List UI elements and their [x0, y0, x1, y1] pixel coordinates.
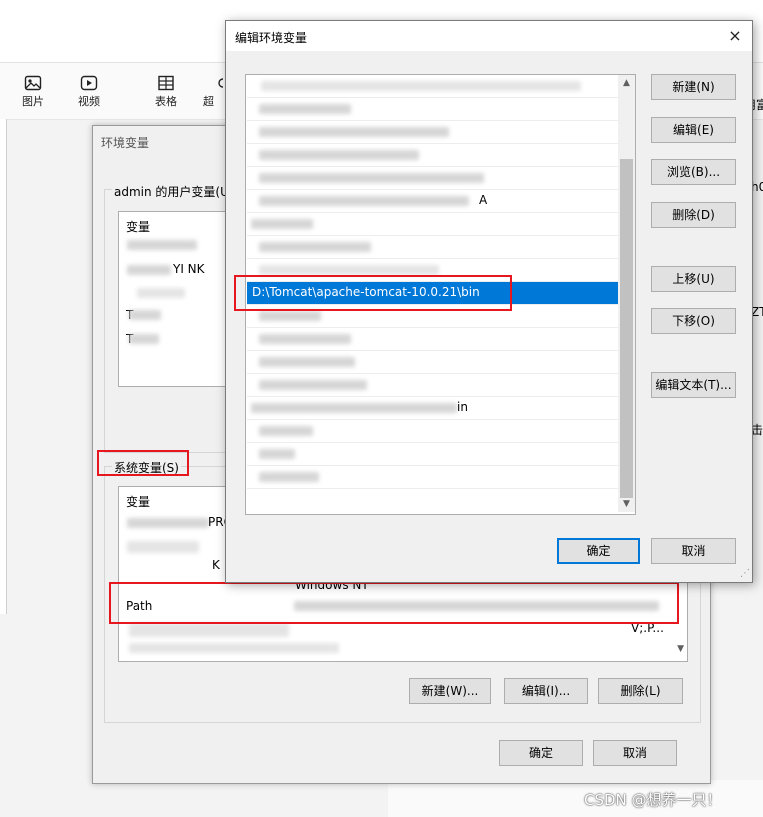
path-row-text: A	[479, 193, 488, 207]
toolbar-video-label: 视频	[78, 95, 100, 108]
system-edit-button[interactable]: 编辑(I)...	[504, 678, 588, 704]
blurred-text	[259, 104, 351, 114]
path-list-scrollbar[interactable]: ▲ ▼	[618, 75, 635, 512]
blurred-text	[127, 518, 209, 528]
blurred-text	[294, 601, 659, 611]
path-row[interactable]	[247, 351, 618, 374]
path-row[interactable]	[247, 420, 618, 443]
blurred-text	[127, 265, 171, 275]
edit-dialog-title: 编辑环境变量	[235, 31, 308, 45]
path-row[interactable]	[247, 259, 618, 282]
path-row[interactable]	[247, 328, 618, 351]
edit-entry-button[interactable]: 编辑(E)	[651, 117, 736, 143]
path-row[interactable]	[247, 305, 618, 328]
env-cancel-button[interactable]: 取消	[593, 740, 677, 766]
move-down-button[interactable]: 下移(O)	[651, 308, 736, 334]
blurred-text	[259, 173, 484, 183]
scroll-up-icon[interactable]: ▲	[618, 75, 635, 91]
path-row[interactable]	[247, 98, 618, 121]
table-icon	[158, 75, 174, 91]
browse-button[interactable]: 浏览(B)...	[651, 159, 736, 185]
blurred-text	[129, 334, 159, 344]
path-row[interactable]	[247, 121, 618, 144]
path-row[interactable]	[247, 213, 618, 236]
scrollbar-thumb[interactable]	[620, 159, 633, 498]
path-row[interactable]: in	[247, 397, 618, 420]
system-row-5-value[interactable]: V;.P...	[631, 621, 664, 635]
path-row[interactable]	[247, 75, 618, 98]
blurred-text	[259, 426, 313, 436]
resize-grip-icon[interactable]: ⋰	[738, 568, 750, 580]
edit-cancel-button[interactable]: 取消	[651, 538, 736, 564]
edit-text-button[interactable]: 编辑文本(T)...	[651, 372, 736, 398]
blurred-text	[259, 265, 439, 275]
system-list-header: 变量	[126, 495, 151, 509]
delete-entry-button[interactable]: 删除(D)	[651, 202, 736, 228]
video-icon	[80, 75, 98, 91]
toolbar-link-label: 超	[203, 95, 214, 108]
move-up-button[interactable]: 上移(U)	[651, 266, 736, 292]
system-new-button[interactable]: 新建(W)...	[409, 678, 491, 704]
blurred-text	[129, 310, 161, 320]
toolbar-table-button[interactable]: 表格	[146, 75, 186, 109]
env-ok-button[interactable]: 确定	[499, 740, 583, 766]
system-variables-label: 系统变量(S)	[112, 459, 181, 476]
path-row-selected[interactable]: D:\Tomcat\apache-tomcat-10.0.21\bin	[247, 282, 618, 305]
watermark: CSDN @想养一只！	[584, 791, 722, 809]
path-row[interactable]	[247, 466, 618, 489]
blurred-text	[259, 449, 295, 459]
blurred-text	[127, 240, 197, 250]
blurred-text	[259, 242, 371, 252]
user-list-header: 变量	[126, 220, 151, 234]
path-row-selected-text: D:\Tomcat\apache-tomcat-10.0.21\bin	[252, 285, 480, 299]
toolbar-link-button[interactable]: 超	[203, 75, 225, 109]
close-icon[interactable]: ×	[724, 25, 746, 47]
path-entries-list[interactable]: A D:\Tomcat\apache-tomcat-10.0.21\bin in…	[245, 74, 636, 515]
system-row-path-name[interactable]: Path	[126, 599, 152, 613]
user-variables-label: admin 的用户变量(U	[112, 183, 231, 200]
edit-ok-button[interactable]: 确定	[557, 538, 640, 564]
blurred-text	[251, 403, 457, 413]
toolbar-video-button[interactable]: 视频	[69, 75, 109, 109]
path-row[interactable]	[247, 374, 618, 397]
blurred-text	[137, 288, 185, 298]
blurred-text	[129, 643, 339, 653]
system-row-2-value[interactable]: K	[212, 558, 220, 572]
blurred-text	[259, 127, 449, 137]
toolbar-image-label: 图片	[22, 95, 44, 108]
blurred-text	[261, 81, 581, 91]
blurred-text	[129, 623, 289, 637]
image-icon	[24, 75, 42, 91]
scroll-down-icon[interactable]: ▼	[618, 496, 635, 512]
path-row-text: in	[457, 400, 468, 414]
toolbar-table-label: 表格	[155, 95, 177, 108]
blurred-text	[259, 150, 419, 160]
edit-dialog-titlebar: 编辑环境变量 ×	[226, 21, 752, 51]
blurred-text	[259, 311, 321, 321]
blurred-text	[259, 334, 351, 344]
user-row-2[interactable]: YI NK	[173, 262, 205, 276]
blurred-text	[259, 380, 367, 390]
blurred-text	[259, 196, 469, 206]
toolbar-image-button[interactable]: 图片	[13, 75, 53, 109]
left-panel-edge	[0, 119, 7, 614]
path-row[interactable]	[247, 144, 618, 167]
blurred-text	[251, 219, 313, 229]
path-row[interactable]	[247, 236, 618, 259]
chevron-down-icon[interactable]: ▼	[677, 644, 684, 654]
env-dialog-title: 环境变量	[101, 136, 150, 150]
path-row[interactable]	[247, 443, 618, 466]
new-entry-button[interactable]: 新建(N)	[651, 74, 736, 100]
path-row[interactable]: A	[247, 190, 618, 213]
blurred-text	[259, 472, 319, 482]
edit-env-variable-dialog: 编辑环境变量 × A D:\Tomcat\apache-tomcat-10.0.…	[225, 20, 753, 583]
blurred-text	[127, 541, 199, 553]
link-icon	[218, 78, 224, 88]
path-row[interactable]	[247, 167, 618, 190]
system-delete-button[interactable]: 删除(L)	[598, 678, 683, 704]
blurred-text	[259, 357, 355, 367]
